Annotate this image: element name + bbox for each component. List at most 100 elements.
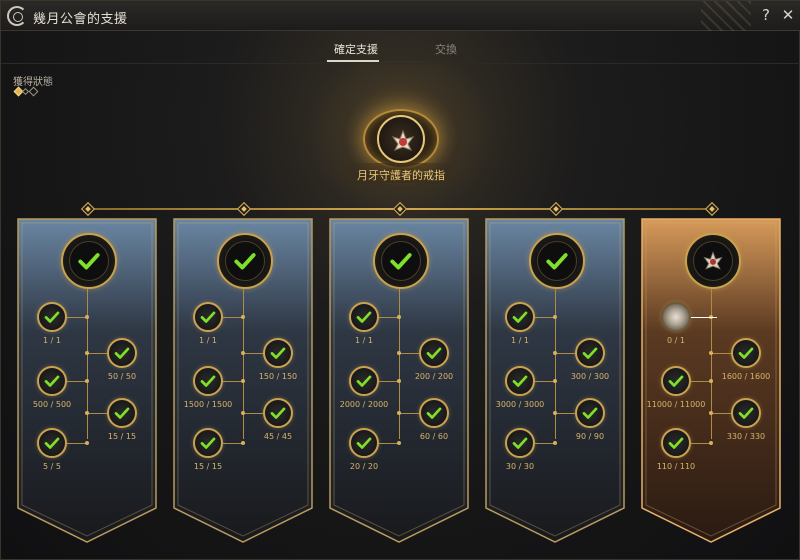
main-reward-slot <box>381 241 421 281</box>
main-reward-node[interactable] <box>373 233 429 289</box>
tree-branch <box>223 317 243 318</box>
tree-joint <box>241 411 245 415</box>
support-banner[interactable]: 0 / 1 1600 / 1600 11000 / 11000 330 / 330 11… <box>641 218 781 543</box>
reward-node[interactable] <box>575 338 605 368</box>
support-banner[interactable]: 1 / 1 200 / 200 2000 / 2000 60 / 60 20 / 20 <box>329 218 469 543</box>
reward-node[interactable] <box>661 366 691 396</box>
reward-node[interactable] <box>107 398 137 428</box>
support-banner[interactable]: 1 / 1 50 / 50 500 / 500 15 / 15 5 / 5 <box>17 218 157 543</box>
reward-node[interactable] <box>107 338 137 368</box>
tree-joint <box>85 411 89 415</box>
tab-bar: 確定支援 交換 <box>1 32 800 64</box>
tree-branch <box>691 381 711 382</box>
help-button[interactable]: ? <box>757 6 775 26</box>
tree-joint <box>241 315 245 319</box>
check-icon <box>44 437 60 449</box>
tab-confirm-support[interactable]: 確定支援 <box>334 41 378 57</box>
node-progress-label: 110 / 110 <box>656 462 696 471</box>
reward-node[interactable] <box>575 398 605 428</box>
tree-branch <box>379 317 399 318</box>
node-progress-label: 200 / 200 <box>414 372 454 381</box>
reward-node[interactable] <box>731 398 761 428</box>
check-icon <box>44 375 60 387</box>
reward-node[interactable] <box>349 428 379 458</box>
reward-node[interactable] <box>37 428 67 458</box>
reward-node[interactable] <box>263 398 293 428</box>
reward-node[interactable] <box>193 302 223 332</box>
tree-branch <box>87 353 107 354</box>
check-icon <box>426 347 442 359</box>
connector-knot <box>548 201 564 217</box>
reward-node[interactable] <box>731 338 761 368</box>
tree-branch <box>535 443 555 444</box>
node-progress-label: 15 / 15 <box>107 432 137 441</box>
top-reward-name: 月牙守護者的戒指 <box>357 169 445 182</box>
main-reward-node[interactable] <box>217 233 273 289</box>
support-banner[interactable]: 1 / 1 150 / 150 1500 / 1500 45 / 45 15 / 15 <box>173 218 313 543</box>
tree-joint <box>85 379 89 383</box>
check-icon <box>270 407 286 419</box>
tree-branch <box>691 443 711 444</box>
node-progress-label: 5 / 5 <box>43 462 61 471</box>
node-progress-label: 11000 / 11000 <box>646 400 706 409</box>
reward-node[interactable] <box>193 366 223 396</box>
tree-joint <box>553 315 557 319</box>
check-icon <box>582 407 598 419</box>
main-reward-slot <box>693 241 733 281</box>
reward-node[interactable] <box>505 302 535 332</box>
reward-node[interactable] <box>505 428 535 458</box>
tree-joint <box>553 441 557 445</box>
tree-joint <box>241 441 245 445</box>
check-icon <box>390 253 412 270</box>
tree-branch <box>399 353 419 354</box>
top-reward[interactable] <box>363 109 439 169</box>
main-reward-node[interactable] <box>529 233 585 289</box>
reward-node[interactable] <box>419 338 449 368</box>
title-bar: 幾月公會的支援 ? ✕ <box>1 1 800 31</box>
node-progress-label: 1600 / 1600 <box>721 372 771 381</box>
check-icon <box>738 407 754 419</box>
top-reward-name-bar: 月牙守護者的戒指 <box>331 163 471 183</box>
check-icon <box>200 437 216 449</box>
tree-branch <box>711 353 731 354</box>
connector-knot <box>236 201 252 217</box>
tree-branch <box>711 413 731 414</box>
tree-joint <box>397 441 401 445</box>
close-button[interactable]: ✕ <box>779 6 797 26</box>
reward-node[interactable] <box>193 428 223 458</box>
tree-branch <box>555 353 575 354</box>
check-icon <box>270 347 286 359</box>
main-reward-node[interactable] <box>685 233 741 289</box>
check-icon <box>114 407 130 419</box>
tree-branch <box>555 413 575 414</box>
tree-branch <box>379 381 399 382</box>
tab-exchange[interactable]: 交換 <box>435 41 457 57</box>
check-icon <box>78 253 100 270</box>
tree-joint <box>397 351 401 355</box>
reward-node[interactable] <box>37 302 67 332</box>
node-progress-label: 1 / 1 <box>355 336 373 345</box>
tree-branch <box>67 381 87 382</box>
node-progress-label: 2000 / 2000 <box>339 400 389 409</box>
guild-support-window: 幾月公會的支援 ? ✕ 確定支援 交換 獲得狀態 月牙守護者的戒指 1 / 1 … <box>0 0 800 560</box>
tree-joint <box>397 411 401 415</box>
tree-branch <box>535 317 555 318</box>
reward-node[interactable] <box>37 366 67 396</box>
reward-node[interactable] <box>349 302 379 332</box>
reward-node-locked[interactable] <box>661 302 691 332</box>
tree-branch <box>87 413 107 414</box>
reward-node[interactable] <box>505 366 535 396</box>
node-progress-label: 1 / 1 <box>199 336 217 345</box>
tree-trunk <box>87 289 88 439</box>
support-banner[interactable]: 1 / 1 300 / 300 3000 / 3000 90 / 90 30 / 30 <box>485 218 625 543</box>
reward-node[interactable] <box>263 338 293 368</box>
connector-knot <box>80 201 96 217</box>
tree-joint <box>553 351 557 355</box>
tree-joint <box>709 379 713 383</box>
reward-node[interactable] <box>661 428 691 458</box>
ring-icon <box>703 251 723 270</box>
reward-node[interactable] <box>419 398 449 428</box>
tree-branch <box>379 443 399 444</box>
reward-node[interactable] <box>349 366 379 396</box>
main-reward-node[interactable] <box>61 233 117 289</box>
